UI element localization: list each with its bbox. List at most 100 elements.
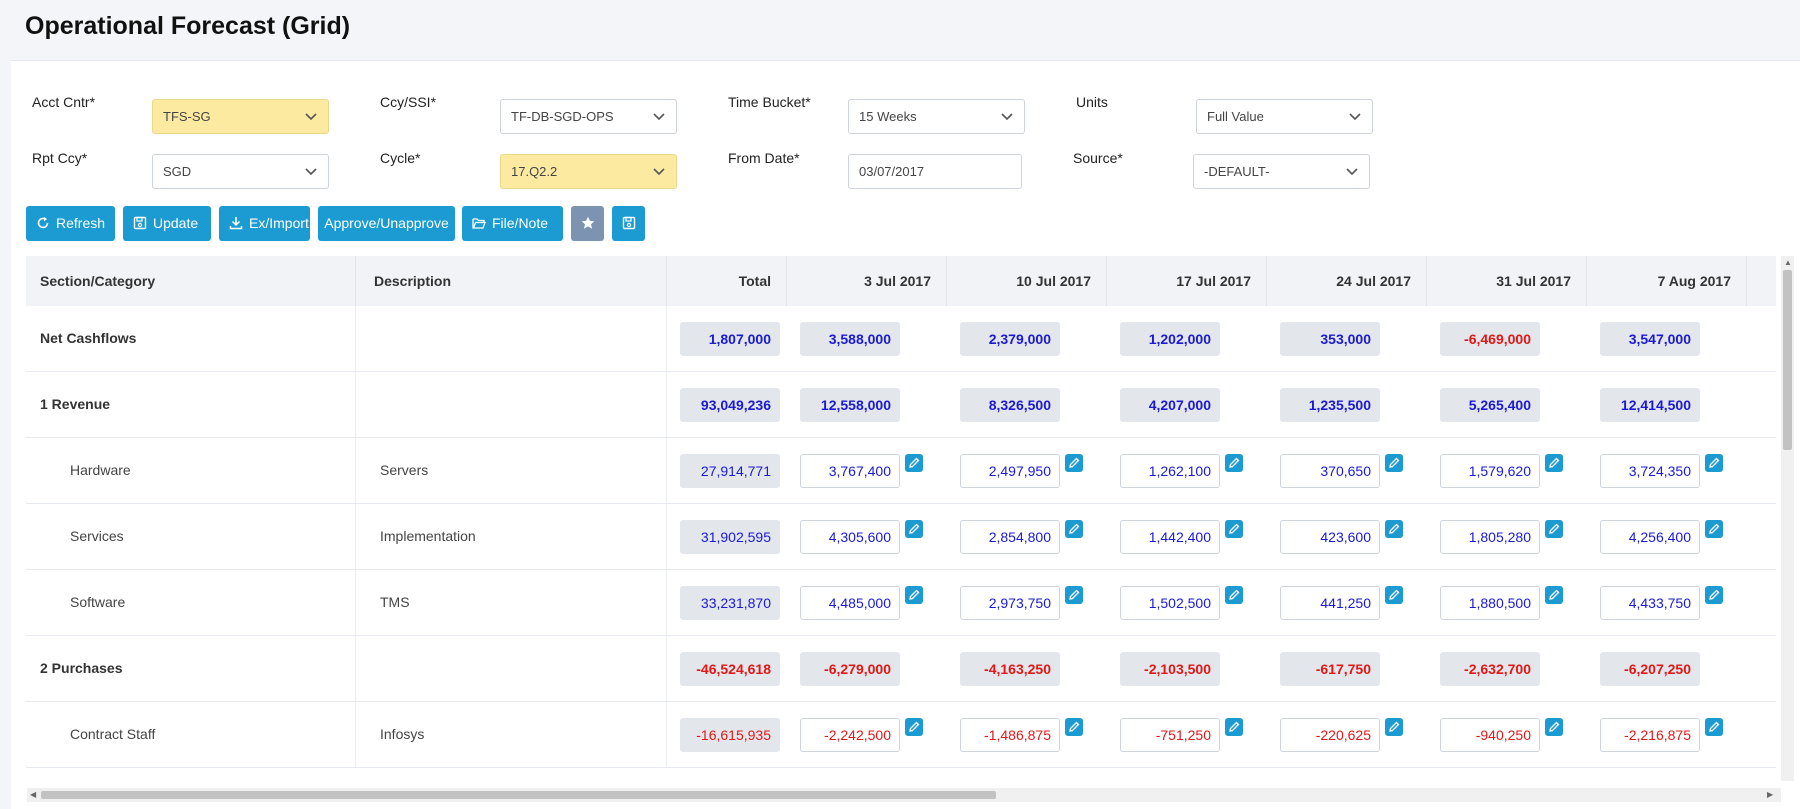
source-select[interactable]: -DEFAULT- (1193, 154, 1370, 189)
approve-unapprove-button[interactable]: Approve/Unapprove (318, 206, 455, 241)
row-total: 1,807,000 (680, 322, 780, 356)
edit-icon[interactable] (1705, 454, 1723, 472)
page-title: Operational Forecast (Grid) (25, 12, 351, 40)
header-week[interactable]: 7 Aug 2017 (1587, 256, 1747, 306)
row-category: Services (26, 504, 356, 569)
week-value-input[interactable]: 2,497,950 (960, 454, 1060, 488)
edit-icon[interactable] (905, 718, 923, 736)
forecast-panel: Acct Cntr* TFS-SG Ccy/SSI* TF-DB-SGD-OPS… (11, 60, 1800, 809)
week-value: 8,326,500 (960, 388, 1060, 422)
scroll-right-icon[interactable]: ▶ (1767, 788, 1773, 802)
week-value-input[interactable]: 1,805,280 (1440, 520, 1540, 554)
acct-cntr-label: Acct Cntr* (32, 94, 96, 110)
horizontal-scroll-thumb[interactable] (41, 791, 996, 799)
week-value-input[interactable]: 1,442,400 (1120, 520, 1220, 554)
header-week[interactable]: 10 Jul 2017 (947, 256, 1107, 306)
update-label: Update (153, 215, 199, 231)
row-category: 2 Purchases (26, 636, 356, 701)
week-value-input[interactable]: 3,767,400 (800, 454, 900, 488)
header-week[interactable]: 17 Jul 2017 (1107, 256, 1267, 306)
row-description (356, 372, 667, 437)
week-value-input[interactable]: -751,250 (1120, 718, 1220, 752)
week-value: -2,103,500 (1120, 652, 1220, 686)
favorite-button[interactable] (571, 206, 604, 241)
edit-icon[interactable] (1225, 718, 1243, 736)
edit-icon[interactable] (1545, 586, 1563, 604)
edit-icon[interactable] (1065, 718, 1083, 736)
scroll-left-icon[interactable]: ◀ (30, 788, 36, 802)
week-value-input[interactable]: 4,305,600 (800, 520, 900, 554)
acct-cntr-select[interactable]: TFS-SG (152, 99, 329, 134)
edit-icon[interactable] (905, 454, 923, 472)
save-layout-button[interactable] (612, 206, 645, 241)
week-value-input[interactable]: 423,600 (1280, 520, 1380, 554)
edit-icon[interactable] (1225, 520, 1243, 538)
week-value: -6,469,000 (1440, 322, 1540, 356)
star-icon (581, 216, 594, 229)
week-value-input[interactable]: 4,256,400 (1600, 520, 1700, 554)
week-value-input[interactable]: 2,854,800 (960, 520, 1060, 554)
week-value-input[interactable]: 370,650 (1280, 454, 1380, 488)
row-description: Servers (356, 438, 667, 503)
edit-icon[interactable] (1705, 520, 1723, 538)
edit-icon[interactable] (1545, 520, 1563, 538)
edit-icon[interactable] (1385, 520, 1403, 538)
edit-icon[interactable] (905, 520, 923, 538)
edit-icon[interactable] (1705, 718, 1723, 736)
table-row: Services Implementation 31,902,595 4,305,60… (26, 504, 1776, 570)
week-value-input[interactable]: -1,486,875 (960, 718, 1060, 752)
week-value-input[interactable]: -940,250 (1440, 718, 1540, 752)
time-bucket-value: 15 Weeks (859, 109, 917, 124)
week-value-input[interactable]: 4,485,000 (800, 586, 900, 620)
edit-icon[interactable] (1065, 586, 1083, 604)
week-value-input[interactable]: 441,250 (1280, 586, 1380, 620)
week-value-input[interactable]: 1,262,100 (1120, 454, 1220, 488)
header-week[interactable]: 24 Jul 2017 (1267, 256, 1427, 306)
edit-icon[interactable] (1385, 454, 1403, 472)
ex-import-button[interactable]: Ex/Import (219, 206, 310, 241)
from-date-value: 03/07/2017 (859, 164, 925, 179)
refresh-button[interactable]: Refresh (26, 206, 115, 241)
edit-icon[interactable] (905, 586, 923, 604)
week-value-input[interactable]: 1,502,500 (1120, 586, 1220, 620)
edit-icon[interactable] (1385, 586, 1403, 604)
week-value-input[interactable]: -2,216,875 (1600, 718, 1700, 752)
from-date-label: From Date* (728, 150, 800, 166)
week-value-input[interactable]: -220,625 (1280, 718, 1380, 752)
edit-icon[interactable] (1545, 454, 1563, 472)
header-week[interactable]: 31 Jul 2017 (1427, 256, 1587, 306)
week-value-input[interactable]: 1,880,500 (1440, 586, 1540, 620)
file-note-button[interactable]: File/Note (462, 206, 563, 241)
header-week[interactable]: 3 Jul 2017 (787, 256, 947, 306)
week-value-input[interactable]: -2,242,500 (800, 718, 900, 752)
edit-icon[interactable] (1705, 586, 1723, 604)
from-date-input[interactable]: 03/07/2017 (848, 154, 1022, 189)
edit-icon[interactable] (1065, 454, 1083, 472)
edit-icon[interactable] (1065, 520, 1083, 538)
vertical-scroll-thumb[interactable] (1783, 270, 1792, 450)
week-value-input[interactable]: 2,973,750 (960, 586, 1060, 620)
cycle-select[interactable]: 17.Q2.2 (500, 154, 677, 189)
header-total[interactable]: Total (667, 256, 787, 306)
update-button[interactable]: Update (123, 206, 211, 241)
rpt-ccy-select[interactable]: SGD (152, 154, 329, 189)
header-category[interactable]: Section/Category (26, 256, 356, 306)
header-description[interactable]: Description (356, 256, 667, 306)
week-value: 12,414,500 (1600, 388, 1700, 422)
ccy-ssi-select[interactable]: TF-DB-SGD-OPS (500, 99, 677, 134)
week-value-input[interactable]: 1,579,620 (1440, 454, 1540, 488)
edit-icon[interactable] (1225, 454, 1243, 472)
units-select[interactable]: Full Value (1196, 99, 1373, 134)
row-total: -16,615,935 (680, 718, 780, 752)
week-value: 4,207,000 (1120, 388, 1220, 422)
week-value-input[interactable]: 3,724,350 (1600, 454, 1700, 488)
horizontal-scrollbar[interactable]: ◀ ▶ (27, 788, 1781, 802)
vertical-scrollbar[interactable]: ▲ (1781, 256, 1794, 781)
time-bucket-select[interactable]: 15 Weeks (848, 99, 1025, 134)
edit-icon[interactable] (1545, 718, 1563, 736)
week-value-input[interactable]: 4,433,750 (1600, 586, 1700, 620)
edit-icon[interactable] (1225, 586, 1243, 604)
scroll-up-icon[interactable]: ▲ (1784, 256, 1792, 270)
edit-icon[interactable] (1385, 718, 1403, 736)
ex-import-label: Ex/Import (249, 215, 309, 231)
